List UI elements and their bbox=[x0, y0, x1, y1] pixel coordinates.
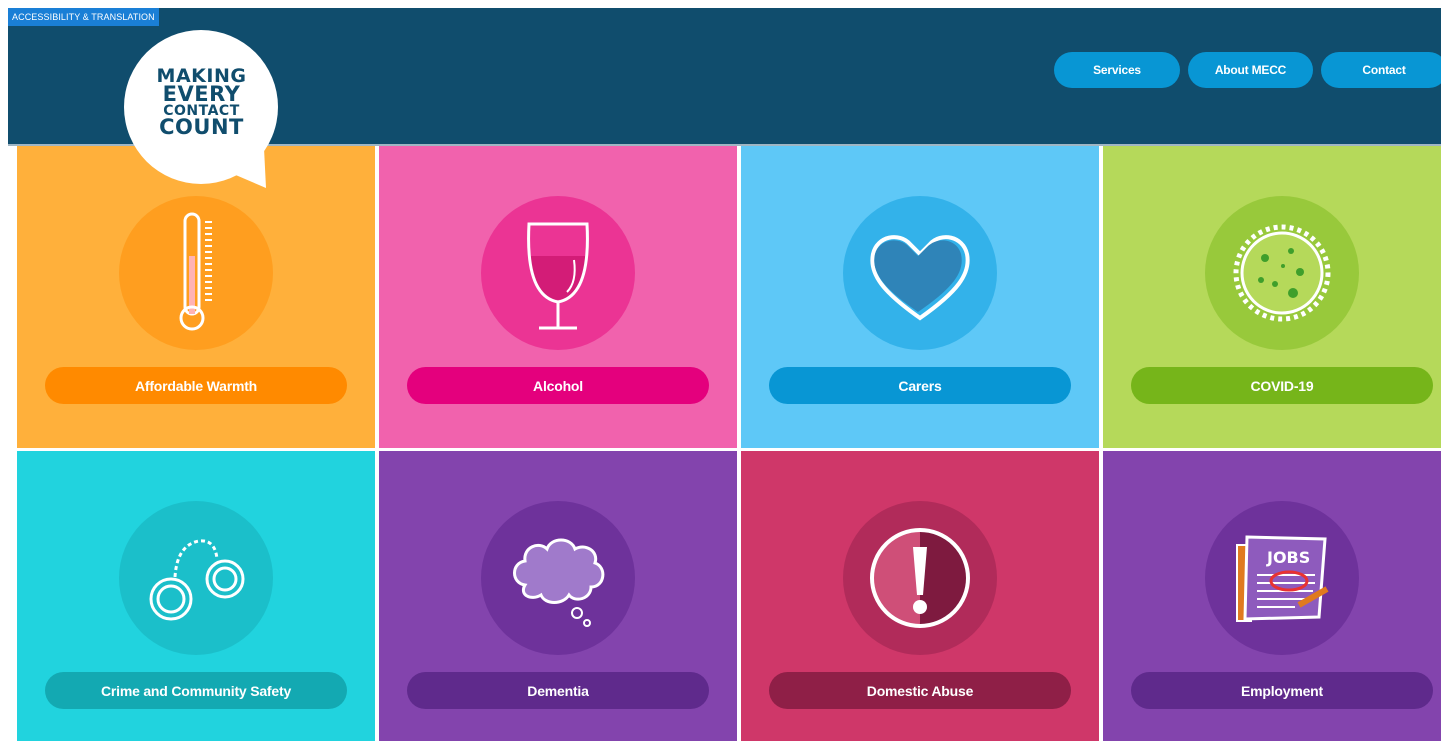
tile-label: Crime and Community Safety bbox=[45, 672, 347, 709]
heart-icon bbox=[870, 235, 970, 321]
tile-carers[interactable]: Carers bbox=[741, 146, 1099, 448]
tile-icon-circle bbox=[843, 196, 997, 350]
logo-wordmark: MAKING EVERY CONTACT COUNT bbox=[124, 66, 279, 139]
tile-label: Employment bbox=[1131, 672, 1433, 709]
tile-employment[interactable]: JOBS Employment bbox=[1103, 451, 1441, 741]
tile-icon-circle: JOBS bbox=[1205, 501, 1359, 655]
tile-covid-19[interactable]: COVID-19 bbox=[1103, 146, 1441, 448]
nav-services-button[interactable]: Services bbox=[1054, 52, 1180, 88]
main-nav: Services About MECC Contact bbox=[1054, 52, 1441, 88]
svg-text:JOBS: JOBS bbox=[1266, 548, 1310, 567]
thermometer-icon bbox=[179, 212, 212, 331]
tile-icon-circle bbox=[481, 501, 635, 655]
logo-line-every: EVERY bbox=[162, 82, 241, 107]
tile-icon-circle bbox=[119, 196, 273, 350]
warning-icon bbox=[870, 528, 970, 628]
tile-label: Carers bbox=[769, 367, 1071, 404]
tile-crime-community-safety[interactable]: Crime and Community Safety bbox=[17, 451, 375, 741]
tile-domestic-abuse[interactable]: Domestic Abuse bbox=[741, 451, 1099, 741]
topic-grid: Affordable Warmth Alcohol Carers COVID-1… bbox=[17, 146, 1441, 741]
tile-label: Domestic Abuse bbox=[769, 672, 1071, 709]
tile-alcohol[interactable]: Alcohol bbox=[379, 146, 737, 448]
accessibility-translation-button[interactable]: ACCESSIBILITY & TRANSLATION bbox=[8, 8, 159, 26]
tile-icon-circle bbox=[843, 501, 997, 655]
handcuffs-icon bbox=[149, 539, 245, 621]
tile-label: Dementia bbox=[407, 672, 709, 709]
tile-icon-circle bbox=[119, 501, 273, 655]
tile-dementia[interactable]: Dementia bbox=[379, 451, 737, 741]
site-logo[interactable]: MAKING EVERY CONTACT COUNT bbox=[124, 30, 279, 188]
tile-label: Affordable Warmth bbox=[45, 367, 347, 404]
wine-glass-icon bbox=[527, 222, 589, 330]
tile-icon-circle bbox=[1205, 196, 1359, 350]
logo-line-count: COUNT bbox=[159, 114, 244, 139]
nav-contact-button[interactable]: Contact bbox=[1321, 52, 1441, 88]
tile-label: COVID-19 bbox=[1131, 367, 1433, 404]
nav-about-button[interactable]: About MECC bbox=[1188, 52, 1313, 88]
newspaper-jobs-icon: JOBS bbox=[1236, 535, 1329, 622]
virus-icon bbox=[1233, 224, 1331, 322]
tile-label: Alcohol bbox=[407, 367, 709, 404]
tile-icon-circle bbox=[481, 196, 635, 350]
tile-affordable-warmth[interactable]: Affordable Warmth bbox=[17, 146, 375, 448]
thought-bubble-icon bbox=[513, 538, 605, 627]
